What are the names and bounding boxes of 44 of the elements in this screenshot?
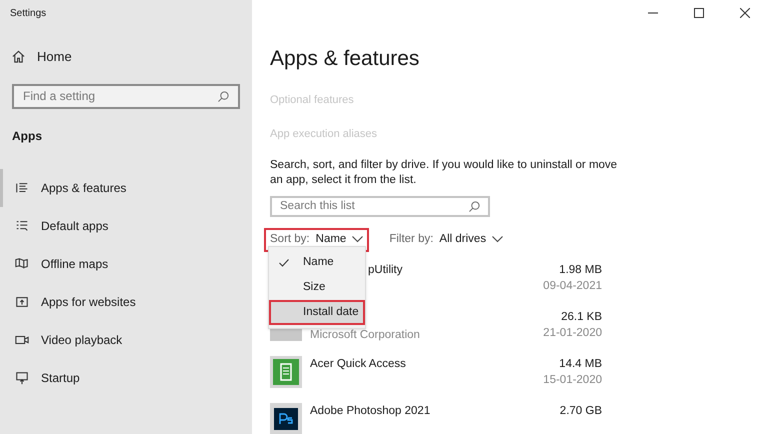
list-icon [15,218,29,232]
window-title: Settings [10,7,46,21]
window-icon [15,294,29,308]
install-date: 15-01-2020 [543,372,602,388]
app-publisher: Microsoft Corporation [310,328,420,343]
app-size: 26.1 KB [561,310,602,325]
map-icon [15,256,29,270]
app-name: Acer Quick Access [310,356,406,372]
close-icon [740,8,750,18]
app-size: 14.4 MB [559,356,602,372]
install-date: 21-01-2020 [543,326,602,341]
page-title: Apps & features [270,46,420,72]
home-icon [12,50,25,64]
install-date: 09-04-2021 [543,278,602,294]
app-name: pUtility [368,262,403,278]
search-icon [218,90,229,102]
home-link[interactable]: Home [12,47,72,66]
chevron-down-icon [352,236,364,244]
nav-item[interactable]: Video playback [0,320,252,358]
app-icon [270,402,302,434]
list-search-field[interactable]: Search this list [270,196,490,217]
section-heading: Apps [12,128,42,144]
nav-item[interactable]: Offline maps [0,244,252,282]
list-icon [15,180,29,194]
app-size: 1.98 MB [559,262,602,278]
search-input[interactable]: Search this list [280,198,450,215]
chevron-down-icon [492,236,504,244]
menu-item[interactable]: Install date [269,300,365,325]
search-field[interactable]: Find a setting [12,84,240,108]
nav-item[interactable]: Default apps [0,206,252,244]
menu-item[interactable]: Size [269,275,365,300]
filter-dropdown[interactable]: Filter by: All drives [389,231,504,248]
app-name: Adobe Photoshop 2021 [310,404,430,419]
nav-item[interactable]: Apps for websites [0,282,252,320]
check-icon [279,258,289,266]
monitor-icon [15,370,29,384]
search-icon [469,200,480,212]
menu-item[interactable]: Name [269,250,365,275]
search-input[interactable]: Find a setting [23,87,203,105]
nav-item[interactable]: Startup [0,358,252,396]
description: Search, sort, and filter by drive. If you would like to uninstall or move an app, select it from the list. [270,158,618,188]
maximize-icon [694,8,704,18]
document-icon [270,356,302,388]
app-size: 2.70 GB [560,404,602,419]
